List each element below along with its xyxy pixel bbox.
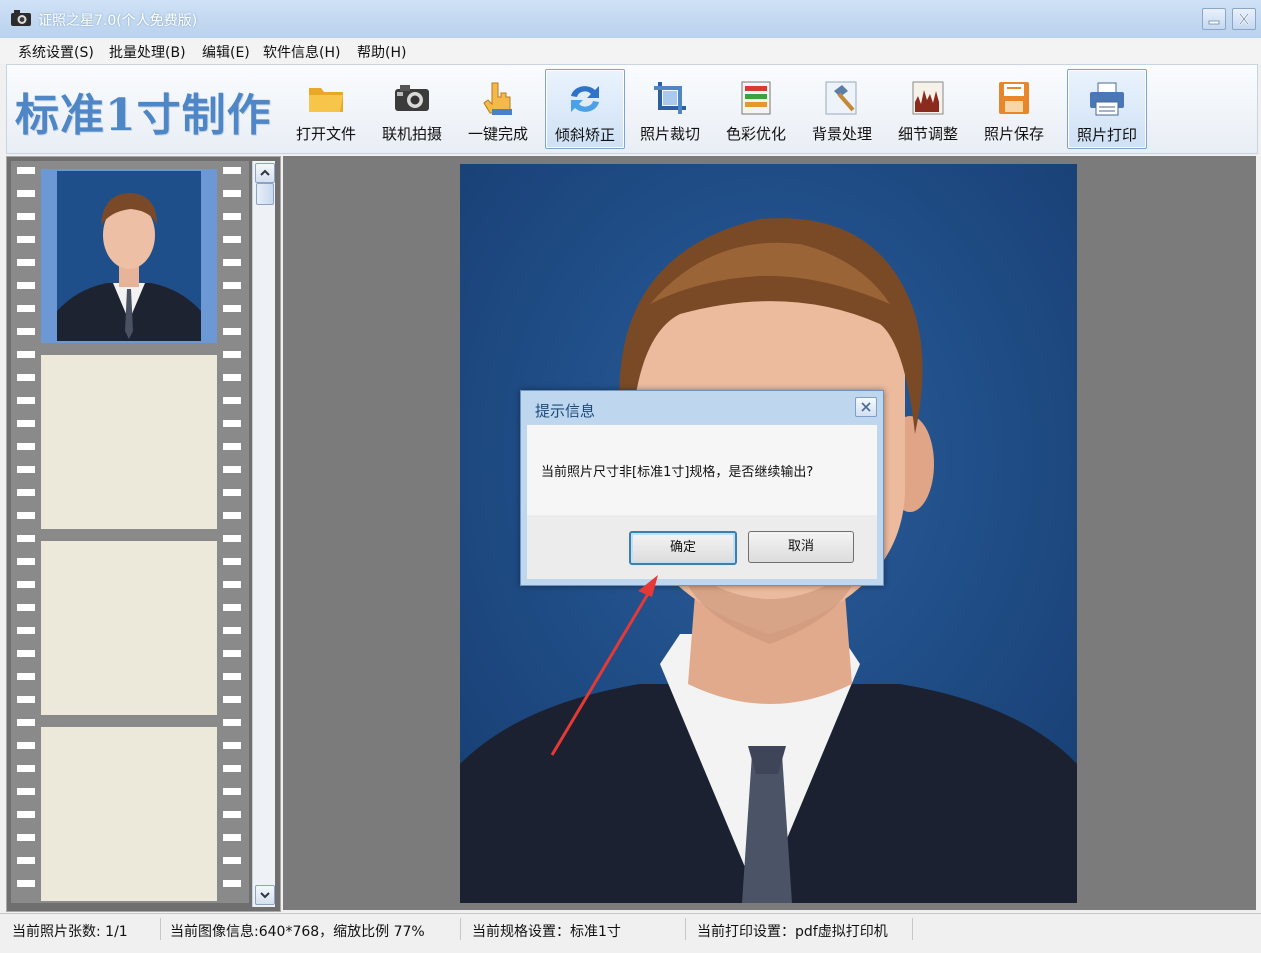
chevron-up-icon bbox=[260, 169, 270, 176]
status-bar: 当前照片张数: 1/1 当前图像信息:640*768，缩放比例 77% 当前规格… bbox=[0, 913, 1261, 946]
menu-system-settings[interactable]: 系统设置(S) bbox=[18, 42, 94, 62]
ok-button[interactable]: 确定 bbox=[629, 531, 737, 565]
dialog-title: 提示信息 bbox=[535, 402, 596, 420]
menu-software-info[interactable]: 软件信息(H) bbox=[263, 42, 340, 62]
histogram-icon bbox=[912, 81, 944, 115]
chevron-down-icon bbox=[260, 892, 270, 899]
printer-icon bbox=[1090, 82, 1124, 116]
tool-label: 照片保存 bbox=[983, 125, 1044, 143]
thumbnail-frame-1[interactable] bbox=[41, 169, 217, 343]
thumbnail-frame-4[interactable] bbox=[41, 727, 217, 901]
menu-bar: 系统设置(S) 批量处理(B) 编辑(E) 软件信息(H) 帮助(H) bbox=[0, 38, 1261, 64]
tool-label: 照片裁切 bbox=[639, 125, 700, 143]
tilt-correction-button[interactable]: 倾斜矫正 bbox=[545, 69, 625, 149]
toolbar: 标准1寸制作 打开文件 联机拍摄 一键完成 倾斜矫正 照片裁切 色彩优化 背景处… bbox=[6, 64, 1258, 154]
tether-capture-button[interactable]: 联机拍摄 bbox=[373, 69, 451, 147]
status-separator bbox=[912, 918, 913, 940]
photo-save-button[interactable]: 照片保存 bbox=[975, 69, 1053, 147]
window-title: 证照之星7.0(个人免费版) bbox=[38, 13, 198, 29]
color-bars-icon bbox=[741, 81, 771, 115]
one-click-button[interactable]: 一键完成 bbox=[459, 69, 537, 147]
status-separator bbox=[460, 918, 461, 940]
minimize-icon bbox=[1208, 20, 1220, 25]
close-icon bbox=[1239, 13, 1249, 25]
thumbnail-scrollbar[interactable] bbox=[252, 161, 275, 907]
status-separator bbox=[160, 918, 161, 940]
thumbnail-panel bbox=[6, 156, 281, 912]
status-spec: 当前规格设置：标准1寸 bbox=[472, 924, 621, 940]
photo-crop-button[interactable]: 照片裁切 bbox=[631, 69, 709, 147]
hand-pointer-icon bbox=[483, 82, 512, 115]
film-perforations-right bbox=[223, 161, 241, 903]
camera-icon bbox=[395, 85, 429, 111]
color-optimize-button[interactable]: 色彩优化 bbox=[717, 69, 795, 147]
floppy-disk-icon bbox=[999, 82, 1029, 114]
close-button[interactable] bbox=[1232, 8, 1256, 30]
background-process-button[interactable]: 背景处理 bbox=[803, 69, 881, 147]
camera-app-icon bbox=[11, 10, 31, 26]
dialog-body: 当前照片尺寸非[标准1寸]规格，是否继续输出? 确定 取消 bbox=[527, 425, 877, 579]
scroll-thumb[interactable] bbox=[256, 183, 274, 205]
tool-label: 打开文件 bbox=[295, 125, 356, 143]
thumbnail-frame-3[interactable] bbox=[41, 541, 217, 715]
status-photo-count: 当前照片张数: 1/1 bbox=[12, 924, 128, 940]
rotate-arrows-icon bbox=[571, 86, 599, 112]
close-icon bbox=[861, 402, 871, 412]
open-file-button[interactable]: 打开文件 bbox=[287, 69, 365, 147]
annotation-arrow bbox=[550, 575, 658, 756]
detail-adjust-button[interactable]: 细节调整 bbox=[889, 69, 967, 147]
tool-label: 背景处理 bbox=[811, 125, 872, 143]
status-separator bbox=[685, 918, 686, 940]
menu-edit[interactable]: 编辑(E) bbox=[202, 42, 250, 62]
scroll-down-button[interactable] bbox=[255, 885, 275, 905]
tool-label: 色彩优化 bbox=[725, 125, 786, 143]
tool-label: 倾斜矫正 bbox=[554, 126, 615, 144]
status-image-info: 当前图像信息:640*768，缩放比例 77% bbox=[170, 924, 425, 940]
cancel-button[interactable]: 取消 bbox=[748, 531, 854, 563]
folder-icon bbox=[309, 88, 343, 112]
photo-print-button[interactable]: 照片打印 bbox=[1067, 69, 1147, 149]
tool-label: 细节调整 bbox=[897, 125, 958, 143]
tool-label: 联机拍摄 bbox=[381, 125, 442, 143]
title-bar: 证照之星7.0(个人免费版) bbox=[0, 0, 1261, 39]
status-print: 当前打印设置：pdf虚拟打印机 bbox=[697, 924, 888, 940]
tool-label: 一键完成 bbox=[467, 125, 528, 143]
minimize-button[interactable] bbox=[1202, 8, 1226, 30]
thumbnail-frame-2[interactable] bbox=[41, 355, 217, 529]
crop-icon bbox=[654, 82, 686, 114]
mode-title: 标准1寸制作 bbox=[15, 90, 272, 141]
film-strip bbox=[11, 161, 249, 903]
film-perforations-left bbox=[17, 161, 35, 903]
tool-label: 照片打印 bbox=[1076, 126, 1137, 144]
scroll-up-button[interactable] bbox=[255, 163, 275, 183]
photo-thumbnail bbox=[57, 171, 201, 341]
menu-batch[interactable]: 批量处理(B) bbox=[109, 42, 186, 62]
dialog-message: 当前照片尺寸非[标准1寸]规格，是否继续输出? bbox=[541, 465, 814, 480]
menu-help[interactable]: 帮助(H) bbox=[357, 42, 406, 62]
dialog-close-button[interactable] bbox=[855, 397, 877, 417]
prompt-dialog: 提示信息 当前照片尺寸非[标准1寸]规格，是否继续输出? 确定 取消 bbox=[520, 390, 884, 586]
hammer-icon bbox=[825, 81, 857, 115]
